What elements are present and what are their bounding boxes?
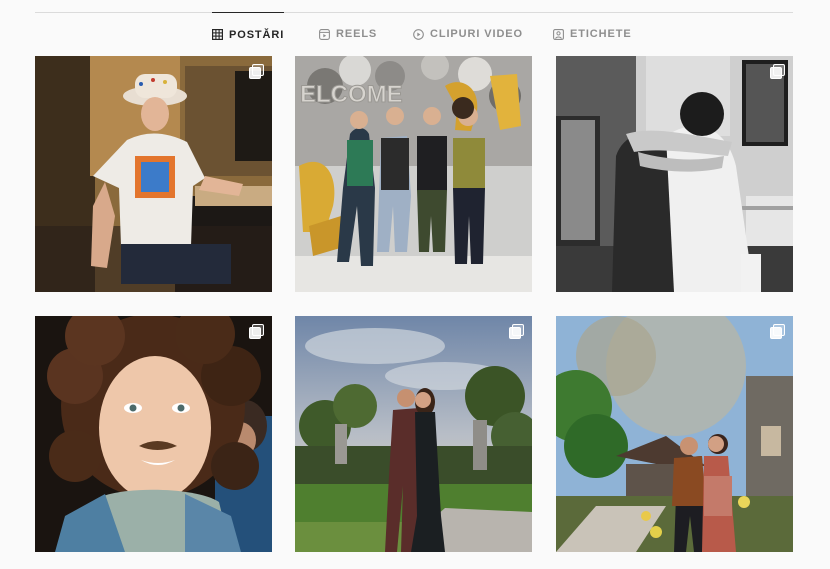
- tab-tagged[interactable]: ETICHETE: [553, 12, 632, 56]
- post-image-bw-hug: [556, 56, 793, 292]
- reels-icon: [319, 28, 330, 40]
- tab-videos-label: CLIPURI VIDEO: [430, 28, 523, 40]
- carousel-icon: [509, 324, 524, 339]
- profile-tabs: POSTĂRI REELS CLIPURI VIDEO ETICHETE: [0, 12, 830, 56]
- tab-posts[interactable]: POSTĂRI: [212, 12, 285, 56]
- tab-reels-label: REELS: [336, 28, 378, 40]
- post-image-gold-balloons: ELCOME: [295, 56, 532, 292]
- post-tile[interactable]: [556, 56, 793, 292]
- carousel-icon: [249, 324, 264, 339]
- video-icon: [413, 28, 424, 40]
- tab-tagged-label: ETICHETE: [570, 28, 632, 40]
- post-tile[interactable]: ELCOME: [295, 56, 532, 292]
- svg-text:ELCOME: ELCOME: [300, 81, 403, 108]
- post-image-curly-portrait: [35, 316, 272, 552]
- tab-posts-label: POSTĂRI: [229, 28, 285, 41]
- post-image-cowboy-hat: [35, 56, 272, 292]
- post-tile[interactable]: [35, 316, 272, 552]
- carousel-icon: [770, 64, 785, 79]
- post-tile[interactable]: [35, 56, 272, 292]
- grid-icon: [212, 29, 223, 40]
- tab-videos[interactable]: CLIPURI VIDEO: [413, 12, 523, 56]
- tagged-icon: [553, 28, 564, 40]
- post-tile[interactable]: [295, 316, 532, 552]
- tab-reels[interactable]: REELS: [319, 12, 377, 56]
- carousel-icon: [770, 324, 785, 339]
- post-tile[interactable]: [556, 316, 793, 552]
- post-image-garden-couple: [556, 316, 793, 552]
- post-image-park-couple: [295, 316, 532, 552]
- carousel-icon: [249, 64, 264, 79]
